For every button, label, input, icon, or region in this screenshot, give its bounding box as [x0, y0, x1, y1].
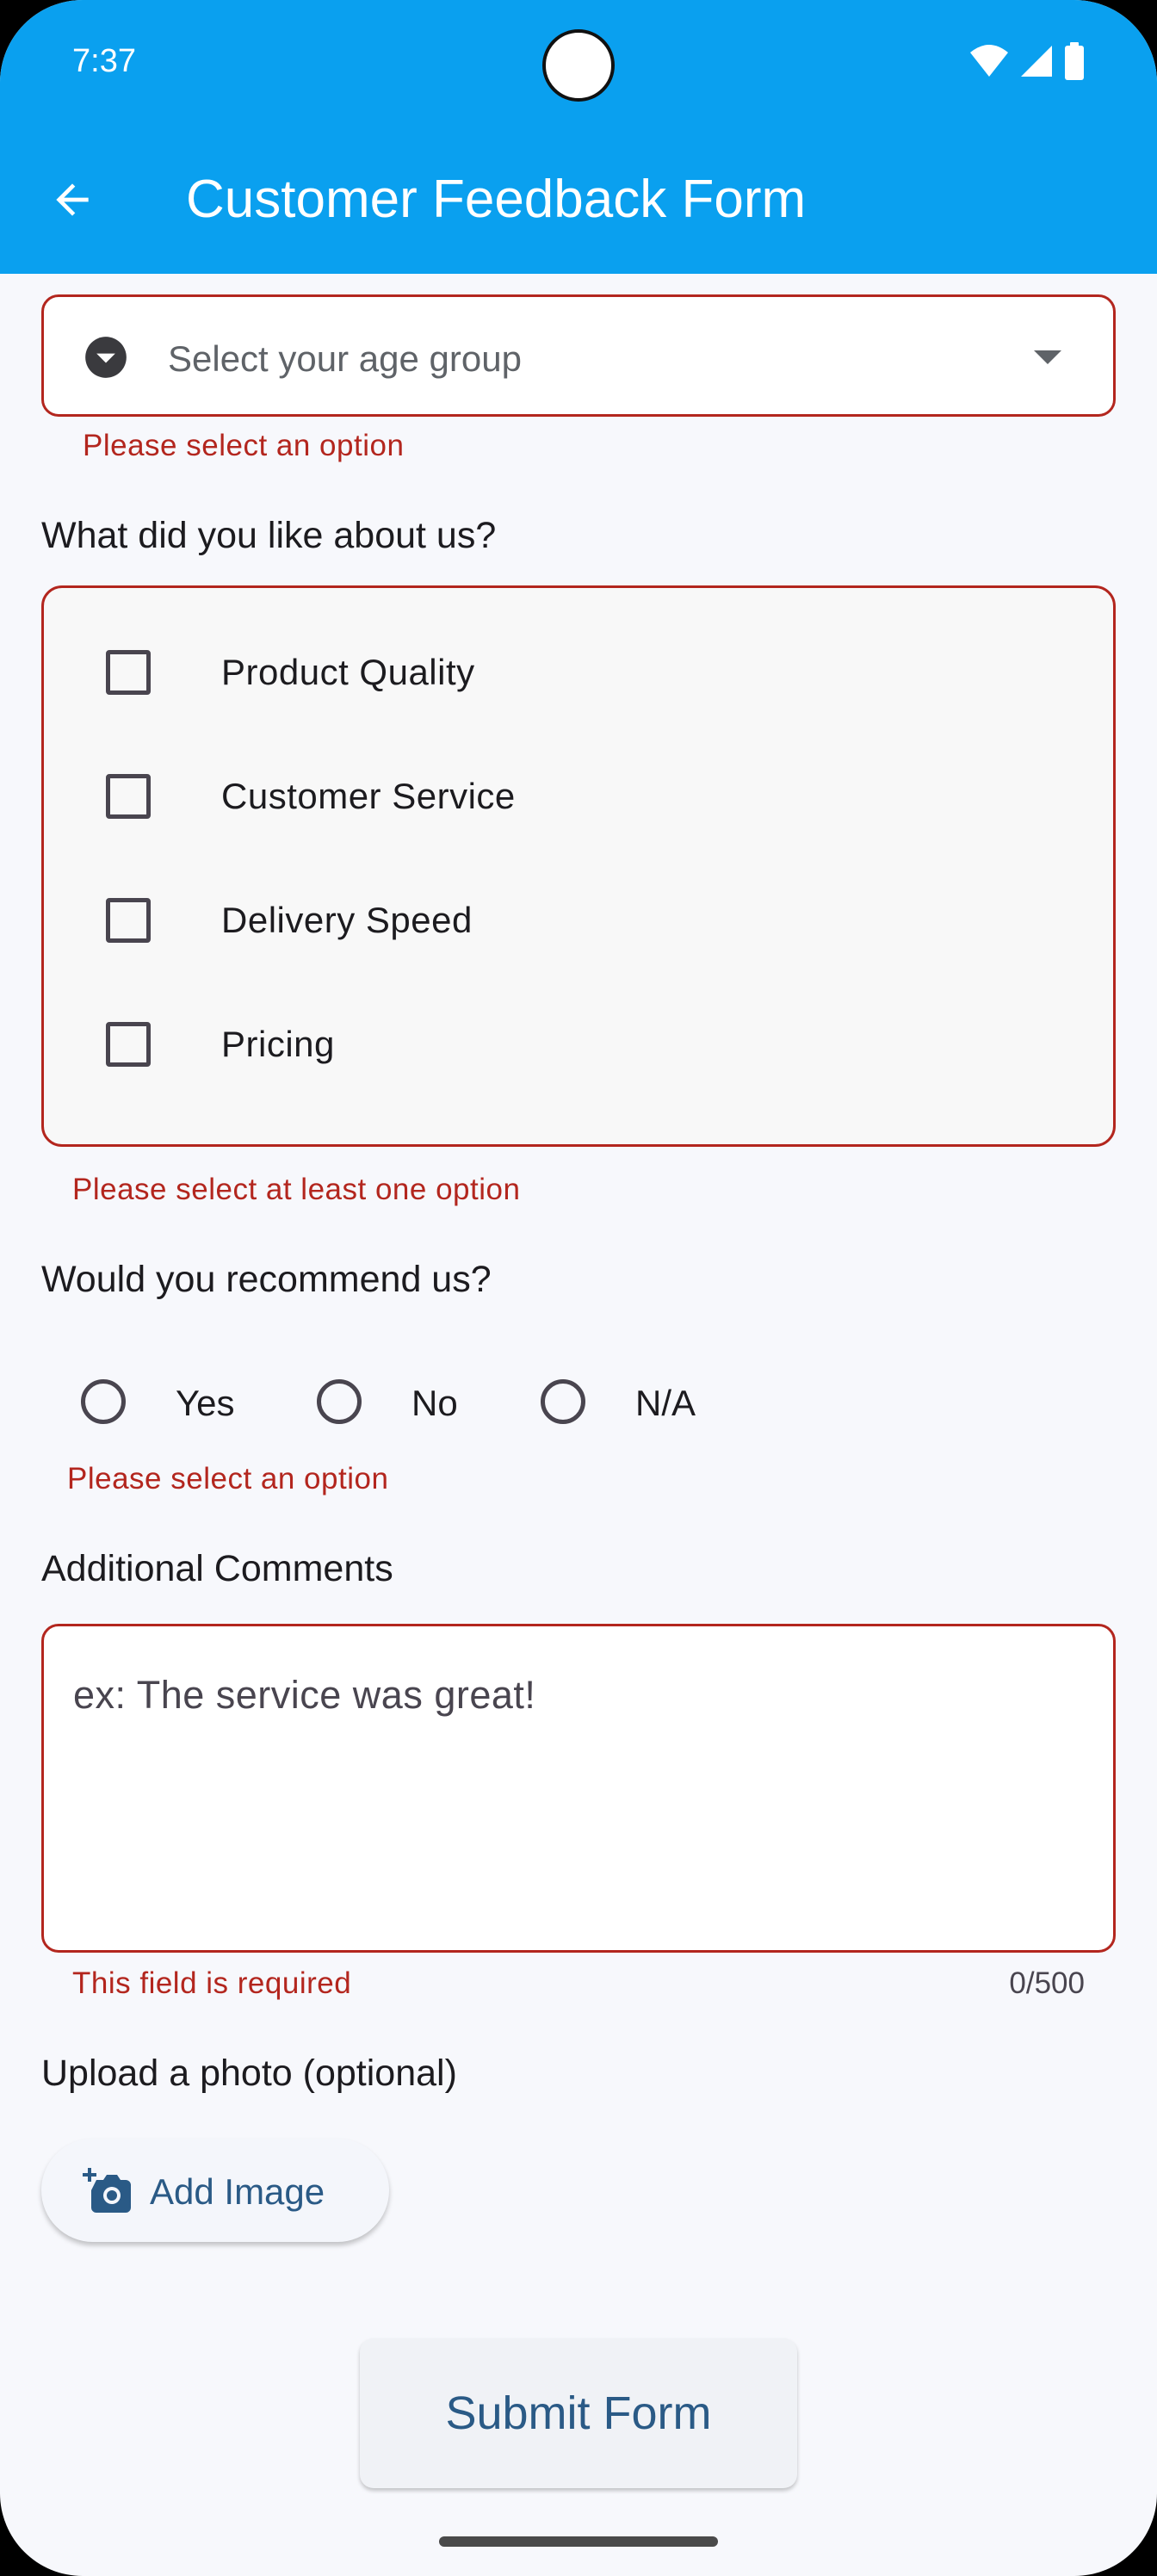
comments-textarea[interactable]: ex: The service was great! [41, 1624, 1116, 1953]
dropdown-arrow-icon [1034, 350, 1061, 364]
status-time: 7:37 [72, 43, 136, 79]
add-image-label: Add Image [150, 2171, 325, 2212]
back-button[interactable] [41, 169, 103, 231]
radio-na[interactable]: N/A [501, 1367, 759, 1436]
checkbox-customer-service[interactable]: Customer Service [44, 753, 1113, 839]
comments-placeholder: ex: The service was great! [73, 1673, 536, 1717]
comments-title: Additional Comments [41, 1548, 393, 1589]
checkbox-delivery-speed[interactable]: Delivery Speed [44, 877, 1113, 963]
recommend-radio-group: Yes No N/A [41, 1367, 1116, 1436]
age-group-placeholder: Select your age group [168, 338, 522, 379]
checkbox-product-quality[interactable]: Product Quality [44, 629, 1113, 715]
likes-checkbox-group: Product Quality Customer Service Deliver… [41, 585, 1116, 1147]
camera-cutout [542, 29, 615, 102]
signal-icon [1021, 46, 1052, 77]
radio-yes[interactable]: Yes [41, 1367, 265, 1436]
phone-screen: 7:37 Customer Feedback Form Select your … [0, 0, 1157, 2576]
arrow-left-icon [56, 183, 89, 216]
checkbox[interactable] [106, 1022, 151, 1067]
likes-title: What did you like about us? [41, 515, 497, 556]
recommend-title: Would you recommend us? [41, 1259, 492, 1300]
age-group-dropdown[interactable]: Select your age group [41, 294, 1116, 417]
radio-label: No [411, 1383, 458, 1423]
battery-icon [1065, 42, 1084, 80]
status-icons [969, 41, 1085, 81]
checkbox[interactable] [106, 898, 151, 943]
recommend-error: Please select an option [67, 1462, 389, 1495]
submit-button[interactable]: Submit Form [360, 2338, 797, 2488]
checkbox[interactable] [106, 650, 151, 695]
checkbox-label: Delivery Speed [221, 900, 473, 940]
add-photo-icon [83, 2168, 131, 2213]
chevron-circle-down-icon [85, 337, 127, 378]
checkbox-pricing[interactable]: Pricing [44, 1001, 1113, 1087]
comments-error: This field is required [72, 1966, 352, 2000]
checkbox-label: Customer Service [221, 776, 516, 816]
add-image-button[interactable]: Add Image [41, 2139, 389, 2242]
age-group-error: Please select an option [83, 429, 405, 462]
radio-no[interactable]: No [277, 1367, 501, 1436]
character-counter: 0/500 [1009, 1966, 1085, 2000]
likes-error: Please select at least one option [72, 1173, 521, 1206]
radio-button[interactable] [81, 1379, 126, 1424]
checkbox-label: Pricing [221, 1024, 335, 1064]
photo-title: Upload a photo (optional) [41, 2053, 457, 2094]
home-indicator[interactable] [439, 2536, 718, 2547]
radio-label: Yes [176, 1383, 235, 1423]
wifi-icon [970, 45, 1008, 77]
radio-button[interactable] [541, 1379, 585, 1424]
checkbox[interactable] [106, 774, 151, 819]
radio-label: N/A [635, 1383, 696, 1423]
submit-label: Submit Form [445, 2387, 712, 2439]
page-title: Customer Feedback Form [186, 170, 807, 229]
checkbox-label: Product Quality [221, 652, 475, 692]
radio-button[interactable] [317, 1379, 362, 1424]
app-bar: 7:37 Customer Feedback Form [0, 0, 1157, 274]
form-content: Select your age group Please select an o… [0, 274, 1157, 2576]
